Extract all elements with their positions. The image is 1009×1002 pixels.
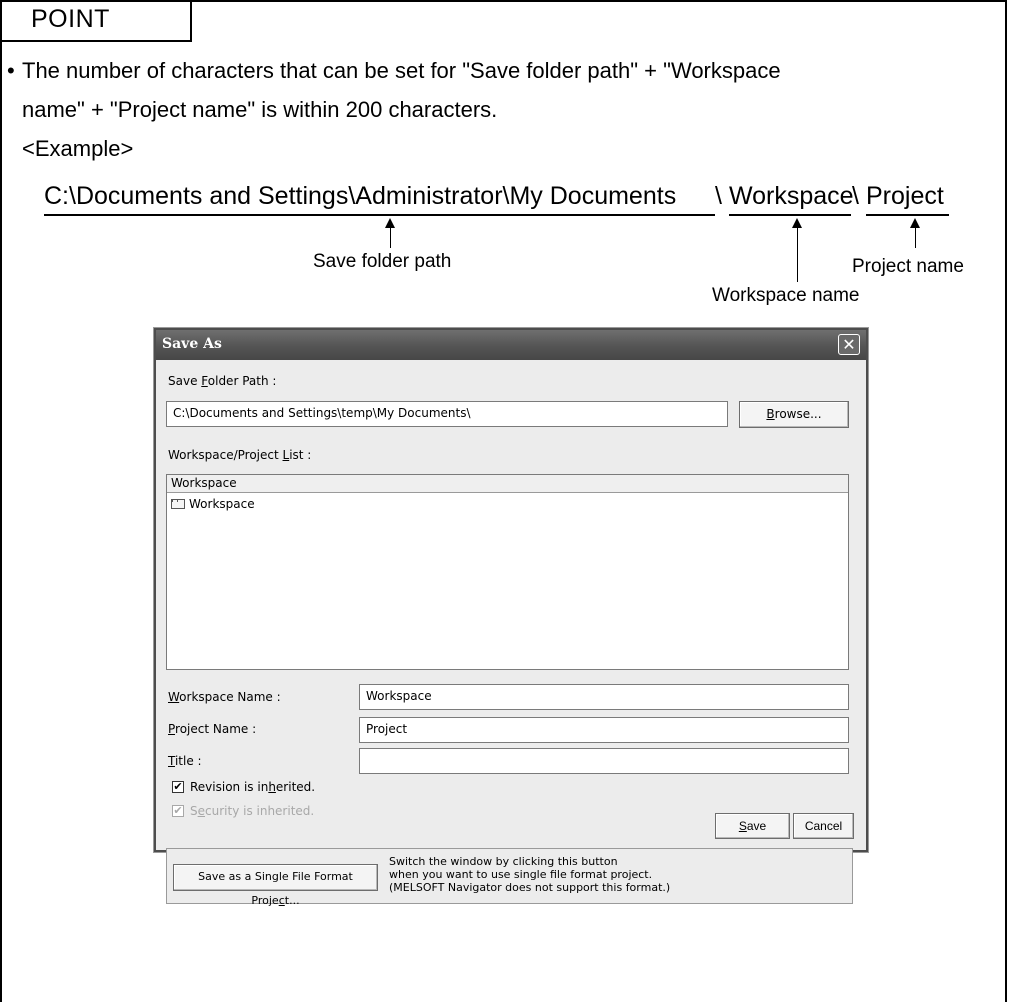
security-inherited-checkbox[interactable]: ✔ [172,805,184,817]
security-inherited-label: Security is inherited. [190,804,314,818]
note-line-1: The number of characters that can be set… [22,58,781,83]
project-name-input[interactable]: Project [359,717,849,743]
project-underline [866,214,949,216]
workspace-project-list[interactable]: Workspace Workspace [166,474,849,670]
workspace-name-label: Workspace Name : [168,690,281,704]
workspace-project-list-label: Workspace/Project List : [168,448,311,462]
list-item-label: Workspace [189,497,255,511]
path-project-segment: Project [866,182,944,210]
single-file-group: Save as a Single File Format Project... … [166,848,853,907]
close-icon: ✕ [842,335,856,354]
label-text: Workspace/Project [168,448,283,462]
button-label: rowse... [774,407,822,421]
revision-inherited-checkbox[interactable]: ✔ [172,781,184,793]
access-key: P [168,722,176,736]
folder-icon [171,499,185,509]
project-name-label: Project Name : [168,722,256,736]
path-separator: \ [852,182,859,210]
example-label: <Example> [22,136,134,161]
label-text: orkspace Name : [179,690,281,704]
save-single-file-button[interactable]: Save as a Single File Format Project... [173,864,378,907]
cancel-button[interactable]: Cancel [793,813,854,839]
save-folder-path-input[interactable]: C:\Documents and Settings\temp\My Docume… [166,401,728,427]
callout-line [915,228,916,248]
callout-project-name: Project name [852,256,964,277]
callout-line [390,228,391,248]
path-separator: \ [715,182,722,210]
arrow-up-icon [385,218,395,228]
save-as-dialog: Save As ✕ Save Folder Path : C:\Document… [154,328,868,852]
list-column-header[interactable]: Workspace [167,475,848,493]
access-key: e [197,804,206,818]
dialog-titlebar[interactable]: Save As ✕ [156,330,866,360]
browse-button[interactable]: Browse... [739,401,849,428]
workspace-name-input[interactable]: Workspace [359,684,849,710]
list-item[interactable]: Workspace [171,497,311,513]
label-text: ist : [289,448,312,462]
folder-underline [44,214,715,216]
save-folder-path-label: Save Folder Path : [168,374,276,388]
label-text: itle : [174,754,202,768]
path-folder-segment: C:\Documents and Settings\Administrator\… [44,182,677,210]
access-key: S [738,819,747,833]
button-label: ave [746,819,767,833]
callout-save-folder-path: Save folder path [313,251,452,272]
label-text: S [190,804,198,818]
workspace-underline [729,214,851,216]
label-text: curity is inherited. [205,804,315,818]
callout-line [797,228,798,282]
button-label: t... [284,894,300,907]
revision-inherited-label: Revision is inherited. [190,780,315,794]
label-text: roject Name : [175,722,257,736]
note-line-2: name" + "Project name" is within 200 cha… [22,97,498,122]
access-key: B [766,407,775,421]
label-text: older Path : [207,374,277,388]
point-label: POINT [31,5,110,33]
folder-tab-shape [172,499,178,502]
arrow-up-icon [792,218,802,228]
label-text: Save [168,374,202,388]
label-text: Revision is in [190,780,269,794]
title-label: Title : [168,754,202,768]
path-workspace-segment: Workspace [729,182,854,210]
access-key: h [268,780,276,794]
callout-workspace-name: Workspace name [712,285,860,306]
switch-info-text: Switch the window by clicking this butto… [389,855,671,894]
dialog-title: Save As [162,336,222,352]
arrow-up-icon [910,218,920,228]
access-key: W [168,690,180,704]
save-button[interactable]: Save [715,813,790,839]
title-input[interactable] [359,748,849,774]
label-text: erited. [275,780,316,794]
point-tab: POINT [0,0,192,42]
close-button[interactable]: ✕ [838,334,860,355]
bullet-glyph: • [7,58,15,83]
button-label: Save as a Single File Format Proje [198,870,353,907]
access-key: T [168,754,175,768]
